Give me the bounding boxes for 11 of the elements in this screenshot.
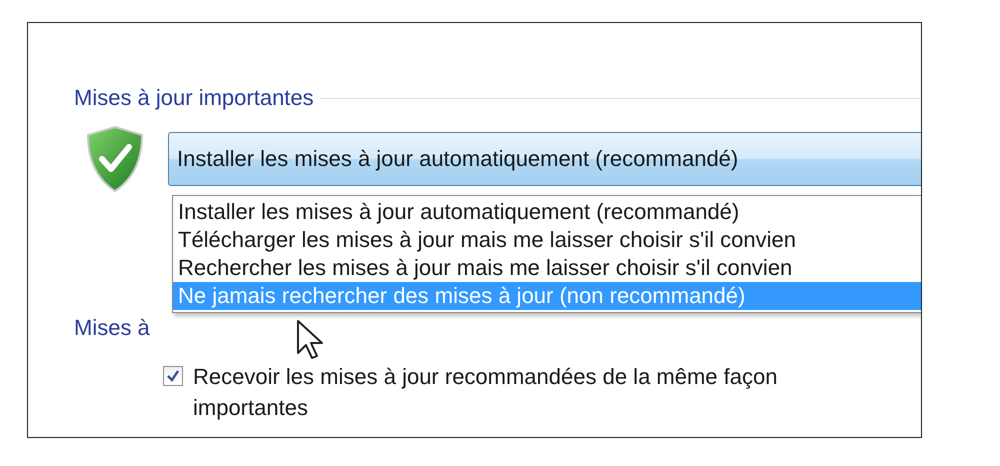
shield-check-icon (84, 125, 146, 193)
checkbox[interactable] (163, 366, 183, 386)
checkbox-label: Recevoir les mises à jour recommandées de la même façon (193, 363, 778, 391)
group-title: Mises à jour importantes (74, 85, 314, 111)
dropdown-option[interactable]: Télécharger les mises à jour mais me laisser choisir s'il convien (173, 226, 921, 254)
dropdown-option[interactable]: Installer les mises à jour automatiquement (recommandé) (173, 198, 921, 226)
group-title: Mises à (74, 315, 150, 341)
checkbox-label: importantes (193, 394, 309, 422)
update-dropdown[interactable]: Installer les mises à jour automatiquement (recommandé) (168, 132, 921, 186)
dropdown-option[interactable]: Rechercher les mises à jour mais me laisser choisir s'il convien (173, 254, 921, 282)
cursor-icon (296, 319, 326, 361)
